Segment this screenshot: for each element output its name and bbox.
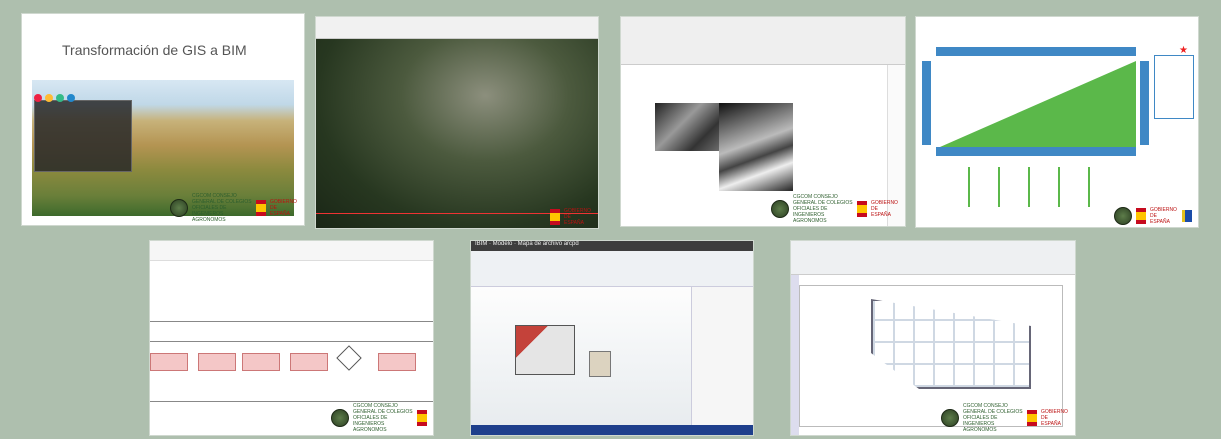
tool-icons xyxy=(34,94,75,102)
tile-qgis-dem[interactable]: CGCOM CONSEJO GENERAL DE COLEGIOS OFICIA… xyxy=(620,16,906,227)
decision-node xyxy=(336,345,362,371)
tool-icon xyxy=(34,94,42,102)
gov-name: GOBIERNO DE ESPAÑA xyxy=(1150,207,1177,225)
qgis-toolbar xyxy=(621,17,905,65)
cad-ribbon xyxy=(791,241,1075,275)
footer-logos: CGCOM CONSEJO GENERAL DE COLEGIOS OFICIA… xyxy=(771,194,899,224)
lane xyxy=(1028,167,1034,207)
org-seal-icon xyxy=(331,409,349,427)
status-bar xyxy=(471,425,753,435)
tile-bim-lifecycle-diagram[interactable]: ★ GOBIERNO DE ESPAÑA xyxy=(915,16,1199,228)
spain-flag-icon xyxy=(417,410,427,426)
eu-flag-icon xyxy=(1182,210,1192,222)
information-wedge xyxy=(940,61,1136,147)
process-step xyxy=(242,353,280,371)
gov-name: GOBIERNO DE ESPAÑA xyxy=(270,199,297,217)
tool-icon xyxy=(56,94,64,102)
building-annex xyxy=(589,351,611,377)
gov-name: GOBIERNO DE ESPAÑA xyxy=(564,208,591,226)
spain-flag-icon xyxy=(1136,208,1146,224)
org-name: CGCOM CONSEJO GENERAL DE COLEGIOS OFICIA… xyxy=(793,194,853,224)
side-note xyxy=(1154,55,1194,119)
process-step xyxy=(378,353,416,371)
left-sidebar xyxy=(791,275,799,435)
footer-logos: GOBIERNO DE ESPAÑA xyxy=(1114,207,1192,225)
gov-name: GOBIERNO DE ESPAÑA xyxy=(1041,409,1068,427)
tile-process-flow[interactable]: CGCOM CONSEJO GENERAL DE COLEGIOS OFICIA… xyxy=(149,240,434,436)
tool-icon xyxy=(45,94,53,102)
star-icon: ★ xyxy=(1179,45,1188,56)
dem-raster-1 xyxy=(655,103,725,151)
org-seal-icon xyxy=(771,200,789,218)
swimlane-line xyxy=(150,341,433,342)
spain-flag-icon xyxy=(1027,410,1037,426)
arrow-top xyxy=(936,47,1136,56)
gov-name: GOBIERNO DE ESPAÑA xyxy=(871,200,898,218)
swimlanes xyxy=(956,167,1106,207)
tool-icon xyxy=(67,94,75,102)
tile-structural-plan[interactable]: CGCOM CONSEJO GENERAL DE COLEGIOS OFICIA… xyxy=(790,240,1076,436)
tile-satellite-terrain[interactable]: GOBIERNO DE ESPAÑA xyxy=(315,16,599,229)
swimlane-line xyxy=(150,401,433,402)
spain-flag-icon xyxy=(256,200,266,216)
swimlane-line xyxy=(150,321,433,322)
revit-ribbon xyxy=(471,251,753,287)
properties-panel xyxy=(691,287,753,425)
spain-flag-icon xyxy=(857,201,867,217)
layer-panel xyxy=(34,100,132,172)
process-step xyxy=(198,353,236,371)
footer-logos: CGCOM CONSEJO GENERAL DE COLEGIOS OFICIA… xyxy=(331,403,427,433)
lane xyxy=(1058,167,1064,207)
window-title: IBIM · Modelo · Mapa de archivo arcpd xyxy=(471,241,753,251)
process-step xyxy=(290,353,328,371)
lane xyxy=(1088,167,1094,207)
footer-logos: GOBIERNO DE ESPAÑA xyxy=(550,208,592,226)
footer-logos: CGCOM CONSEJO GENERAL DE COLEGIOS OFICIA… xyxy=(170,193,298,223)
org-seal-icon xyxy=(941,409,959,427)
process-step xyxy=(150,353,188,371)
tile-revit-model[interactable]: IBIM · Modelo · Mapa de archivo arcpd xyxy=(470,240,754,436)
browser-toolbar xyxy=(316,17,598,39)
org-name: CGCOM CONSEJO GENERAL DE COLEGIOS OFICIA… xyxy=(353,403,413,433)
arrow-left xyxy=(922,61,931,145)
model-3d-view xyxy=(471,287,693,425)
tile-gis-to-bim[interactable]: Transformación de GIS a BIM CGCOM CONSEJ… xyxy=(21,13,305,226)
spain-flag-icon xyxy=(550,209,560,225)
arrow-right xyxy=(1140,61,1149,145)
lane xyxy=(968,167,974,207)
lane xyxy=(998,167,1004,207)
arrow-bottom xyxy=(936,147,1136,156)
org-seal-icon xyxy=(1114,207,1132,225)
slide-title: Transformación de GIS a BIM xyxy=(62,42,247,58)
footer-logos: CGCOM CONSEJO GENERAL DE COLEGIOS OFICIA… xyxy=(941,403,1069,433)
org-name: CGCOM CONSEJO GENERAL DE COLEGIOS OFICIA… xyxy=(192,193,252,223)
satellite-view xyxy=(316,39,598,228)
dem-raster-2 xyxy=(719,103,793,191)
browser-toolbar xyxy=(150,241,433,261)
building-model xyxy=(515,325,575,375)
org-name: CGCOM CONSEJO GENERAL DE COLEGIOS OFICIA… xyxy=(963,403,1023,433)
org-seal-icon xyxy=(170,199,188,217)
